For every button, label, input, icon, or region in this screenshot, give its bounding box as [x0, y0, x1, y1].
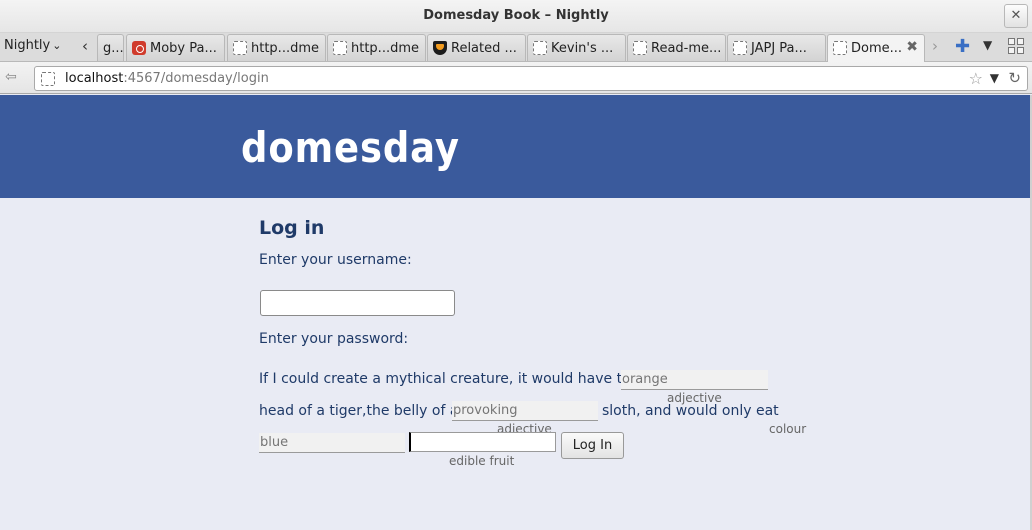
shield-icon: [433, 40, 447, 55]
tab-3[interactable]: http...dme: [227, 34, 326, 61]
blank-edible-fruit[interactable]: [409, 432, 556, 452]
site-header: domesday: [0, 95, 1030, 198]
reload-icon[interactable]: ↻: [1008, 69, 1021, 87]
url-path: :4567/domesday/login: [123, 71, 269, 86]
tab-label: Moby Pa...: [150, 41, 217, 56]
tab-label: g...: [103, 41, 124, 56]
tab-label: Dome...: [851, 41, 903, 56]
username-label: Enter your username:: [259, 252, 412, 268]
tab-7[interactable]: Read-me...: [627, 34, 726, 61]
tab-label: http...dme: [251, 41, 319, 56]
tab-groups-icon[interactable]: [1008, 38, 1024, 54]
tab-scroll-right-icon[interactable]: ›: [932, 37, 938, 55]
blank-adjective-1[interactable]: [621, 370, 768, 390]
blank-page-icon: [533, 40, 547, 55]
blank-page-icon: [233, 40, 247, 55]
nav-bar: ⇦ localhost:4567/domesday/login ☆ ▼ ↻: [0, 62, 1032, 94]
tab-label: JAPJ Pa...: [751, 41, 807, 56]
bookmark-star-icon[interactable]: ☆: [969, 69, 983, 88]
blank-page-icon: [833, 40, 847, 55]
tab-2[interactable]: Moby Pa...: [126, 34, 225, 61]
app-menu-button[interactable]: Nightly ⌄: [4, 38, 61, 53]
tab-label: Kevin's ...: [551, 41, 614, 56]
tab-9-active[interactable]: Dome... ✖: [827, 34, 925, 62]
sentence-part-3: sloth, and would only eat: [602, 403, 779, 419]
blank-colour[interactable]: [259, 433, 405, 453]
blank-page-icon: [733, 40, 747, 55]
tab-1[interactable]: g...: [97, 34, 124, 61]
site-identity-icon[interactable]: [41, 72, 55, 86]
window-close-button[interactable]: ✕: [1004, 4, 1028, 28]
hint-edible-fruit: edible fruit: [449, 454, 515, 468]
login-button[interactable]: Log In: [561, 432, 624, 459]
tab-scroll-left-icon[interactable]: ‹: [82, 37, 88, 55]
moby-icon: [132, 40, 146, 55]
url-text[interactable]: localhost:4567/domesday/login: [65, 71, 269, 86]
tab-6[interactable]: Kevin's ...: [527, 34, 626, 61]
list-all-tabs-icon[interactable]: ▼: [983, 38, 992, 52]
window-titlebar: Domesday Book – Nightly ✕: [0, 0, 1032, 33]
app-menu-label: Nightly: [4, 38, 51, 53]
tab-label: Read-me...: [651, 41, 722, 56]
chevron-down-icon: ⌄: [52, 39, 62, 52]
back-icon[interactable]: ⇦: [5, 69, 17, 85]
page-title: Log in: [259, 217, 325, 239]
sentence-part-1: If I could create a mythical creature, i…: [259, 371, 640, 387]
tab-4[interactable]: http...dme: [327, 34, 426, 61]
hint-colour: colour: [769, 422, 807, 436]
tab-close-icon[interactable]: ✖: [906, 39, 918, 55]
blank-adjective-2[interactable]: [452, 401, 598, 421]
tab-label: Related ...: [451, 41, 517, 56]
site-logo[interactable]: domesday: [241, 123, 460, 172]
username-input[interactable]: [260, 290, 455, 316]
new-tab-icon[interactable]: ✚: [955, 36, 970, 57]
tab-bar: Nightly ⌄ ‹ g... Moby Pa... http...dme ht…: [0, 33, 1032, 62]
sentence-part-2: head of a tiger,the belly of a: [259, 403, 459, 419]
url-host: localhost: [65, 71, 124, 86]
tab-8[interactable]: JAPJ Pa...: [727, 34, 826, 61]
window-title: Domesday Book – Nightly: [423, 8, 609, 23]
tab-label: http...dme: [351, 41, 419, 56]
tab-5[interactable]: Related ...: [427, 34, 526, 61]
url-bar[interactable]: localhost:4567/domesday/login ☆ ▼ ↻: [34, 66, 1028, 91]
blank-page-icon: [633, 40, 647, 55]
page-viewport: domesday Log in Enter your username: Ent…: [0, 95, 1030, 530]
password-label: Enter your password:: [259, 331, 409, 347]
blank-page-icon: [333, 40, 347, 55]
history-dropdown-icon[interactable]: ▼: [990, 71, 999, 85]
